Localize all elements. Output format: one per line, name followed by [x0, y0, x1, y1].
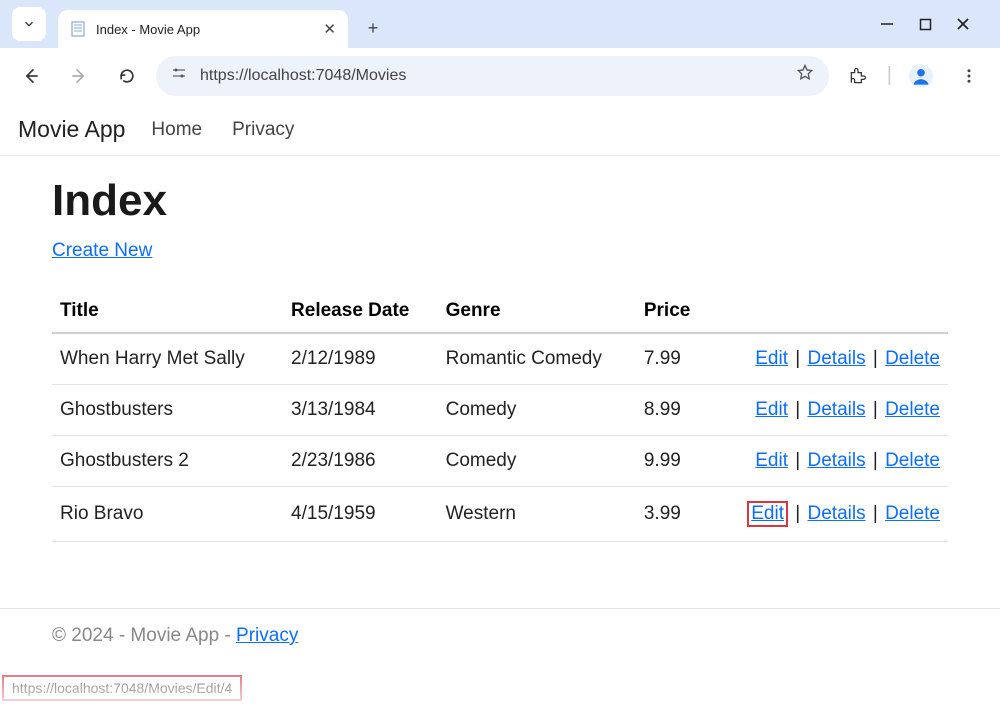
cell-release: 2/23/1986 [283, 436, 438, 487]
action-separator: | [788, 399, 808, 420]
table-row: Ghostbusters 22/23/1986Comedy9.99Edit | … [52, 436, 948, 487]
action-separator: | [866, 503, 886, 524]
action-separator: | [788, 503, 808, 524]
footer: © 2024 - Movie App - Privacy [0, 608, 1000, 657]
cell-price: 7.99 [636, 333, 708, 385]
cell-title: Ghostbusters 2 [52, 436, 283, 487]
brand[interactable]: Movie App [18, 116, 125, 143]
tab-row: Index - Movie App ✕ + [0, 0, 1000, 48]
page-title: Index [52, 176, 948, 226]
cell-genre: Western [438, 487, 636, 542]
delete-link[interactable]: Delete [885, 348, 940, 369]
table-row: Ghostbusters3/13/1984Comedy8.99Edit | De… [52, 385, 948, 436]
url-text: https://localhost:7048/Movies [200, 67, 783, 85]
chevron-down-icon [22, 17, 36, 31]
app-navbar: Movie App Home Privacy [0, 104, 1000, 156]
delete-link[interactable]: Delete [885, 503, 940, 524]
col-actions [708, 290, 948, 333]
cell-price: 3.99 [636, 487, 708, 542]
cell-release: 3/13/1984 [283, 385, 438, 436]
delete-link[interactable]: Delete [885, 399, 940, 420]
url-toolbar: https://localhost:7048/Movies | [0, 48, 1000, 104]
cell-genre: Romantic Comedy [438, 333, 636, 385]
details-link[interactable]: Details [808, 348, 866, 369]
kebab-icon [960, 67, 978, 85]
main-container: Index Create New Title Release Date Genr… [0, 156, 1000, 562]
favicon-icon [70, 21, 86, 37]
footer-text: © 2024 - Movie App - [52, 625, 236, 646]
cell-title: When Harry Met Sally [52, 333, 283, 385]
edit-link[interactable]: Edit [755, 399, 788, 420]
action-separator: | [788, 450, 808, 471]
nav-home[interactable]: Home [151, 119, 202, 141]
nav-privacy[interactable]: Privacy [232, 119, 294, 141]
tab-title: Index - Movie App [96, 22, 313, 37]
action-separator: | [866, 399, 886, 420]
action-separator: | [866, 450, 886, 471]
browser-chrome: Index - Movie App ✕ + https://localhost:… [0, 0, 1000, 104]
arrow-left-icon [21, 66, 41, 86]
window-controls [880, 17, 994, 31]
cell-release: 4/15/1959 [283, 487, 438, 542]
cell-actions: Edit | Details | Delete [708, 436, 948, 487]
user-icon [908, 63, 934, 89]
menu-button[interactable] [950, 57, 988, 95]
cell-actions: Edit | Details | Delete [708, 333, 948, 385]
action-separator: | [866, 348, 886, 369]
cell-actions: Edit | Details | Delete [708, 487, 948, 542]
star-icon [795, 63, 815, 83]
details-link[interactable]: Details [808, 450, 866, 471]
close-tab-button[interactable]: ✕ [323, 20, 336, 38]
cell-title: Rio Bravo [52, 487, 283, 542]
create-new-link[interactable]: Create New [52, 240, 152, 261]
table-row: Rio Bravo4/15/1959Western3.99Edit | Deta… [52, 487, 948, 542]
status-bar: https://localhost:7048/Movies/Edit/4 [2, 675, 242, 701]
site-settings-icon[interactable] [170, 64, 188, 87]
browser-tab[interactable]: Index - Movie App ✕ [58, 10, 348, 48]
back-button[interactable] [12, 57, 50, 95]
cell-genre: Comedy [438, 385, 636, 436]
edit-link-highlighted: Edit [747, 501, 788, 527]
action-separator: | [788, 348, 808, 369]
reload-icon [117, 66, 137, 86]
cell-release: 2/12/1989 [283, 333, 438, 385]
edit-link[interactable]: Edit [751, 503, 784, 524]
maximize-button[interactable] [918, 17, 932, 31]
footer-privacy-link[interactable]: Privacy [236, 625, 298, 646]
cell-price: 8.99 [636, 385, 708, 436]
minimize-button[interactable] [880, 17, 894, 31]
edit-link[interactable]: Edit [755, 348, 788, 369]
tab-search-button[interactable] [12, 7, 46, 41]
arrow-right-icon [69, 66, 89, 86]
puzzle-icon [848, 66, 868, 86]
toolbar-divider: | [887, 64, 892, 87]
col-price: Price [636, 290, 708, 333]
cell-actions: Edit | Details | Delete [708, 385, 948, 436]
close-window-button[interactable] [956, 17, 970, 31]
url-bar[interactable]: https://localhost:7048/Movies [156, 56, 829, 96]
table-header-row: Title Release Date Genre Price [52, 290, 948, 333]
details-link[interactable]: Details [808, 503, 866, 524]
forward-button[interactable] [60, 57, 98, 95]
profile-button[interactable] [902, 57, 940, 95]
col-release: Release Date [283, 290, 438, 333]
reload-button[interactable] [108, 57, 146, 95]
cell-title: Ghostbusters [52, 385, 283, 436]
edit-link[interactable]: Edit [755, 450, 788, 471]
cell-genre: Comedy [438, 436, 636, 487]
col-title: Title [52, 290, 283, 333]
bookmark-button[interactable] [795, 63, 815, 88]
details-link[interactable]: Details [808, 399, 866, 420]
col-genre: Genre [438, 290, 636, 333]
movies-table: Title Release Date Genre Price When Harr… [52, 290, 948, 542]
new-tab-button[interactable]: + [358, 13, 388, 43]
cell-price: 9.99 [636, 436, 708, 487]
extensions-button[interactable] [839, 57, 877, 95]
page-content: Movie App Home Privacy Index Create New … [0, 104, 1000, 657]
delete-link[interactable]: Delete [885, 450, 940, 471]
table-row: When Harry Met Sally2/12/1989Romantic Co… [52, 333, 948, 385]
